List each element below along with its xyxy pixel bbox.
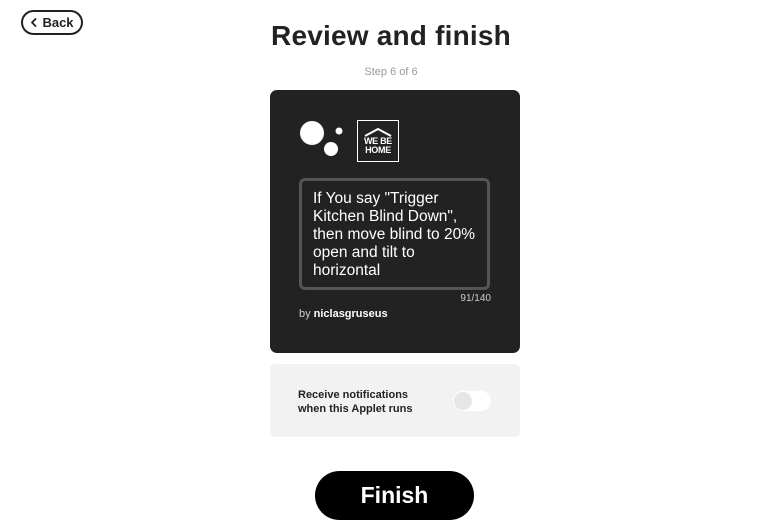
by-label: by [299,308,311,320]
applet-preview-card: WE BE HOME If You say "Trigger Kitchen B… [270,90,520,353]
author-byline: by niclasgruseus [299,308,388,320]
character-counter: 91/140 [460,293,491,304]
finish-button[interactable]: Finish [315,471,474,520]
google-assistant-icon [300,121,344,161]
we-be-home-logo-text: WE BE HOME [363,136,392,155]
review-and-finish-page: Back Review and finish Step 6 of 6 WE BE… [0,0,782,521]
toggle-knob [454,392,472,410]
notification-label: Receive notifications when this Applet r… [298,389,413,415]
we-be-home-logo: WE BE HOME [357,120,399,162]
step-indicator: Step 6 of 6 [364,66,418,78]
applet-title-input[interactable]: If You say "Trigger Kitchen Blind Down",… [299,178,490,290]
notification-settings-panel: Receive notifications when this Applet r… [270,364,520,437]
notification-toggle[interactable] [453,391,491,411]
page-title: Review and finish [271,20,511,51]
author-name: niclasgruseus [313,308,388,320]
